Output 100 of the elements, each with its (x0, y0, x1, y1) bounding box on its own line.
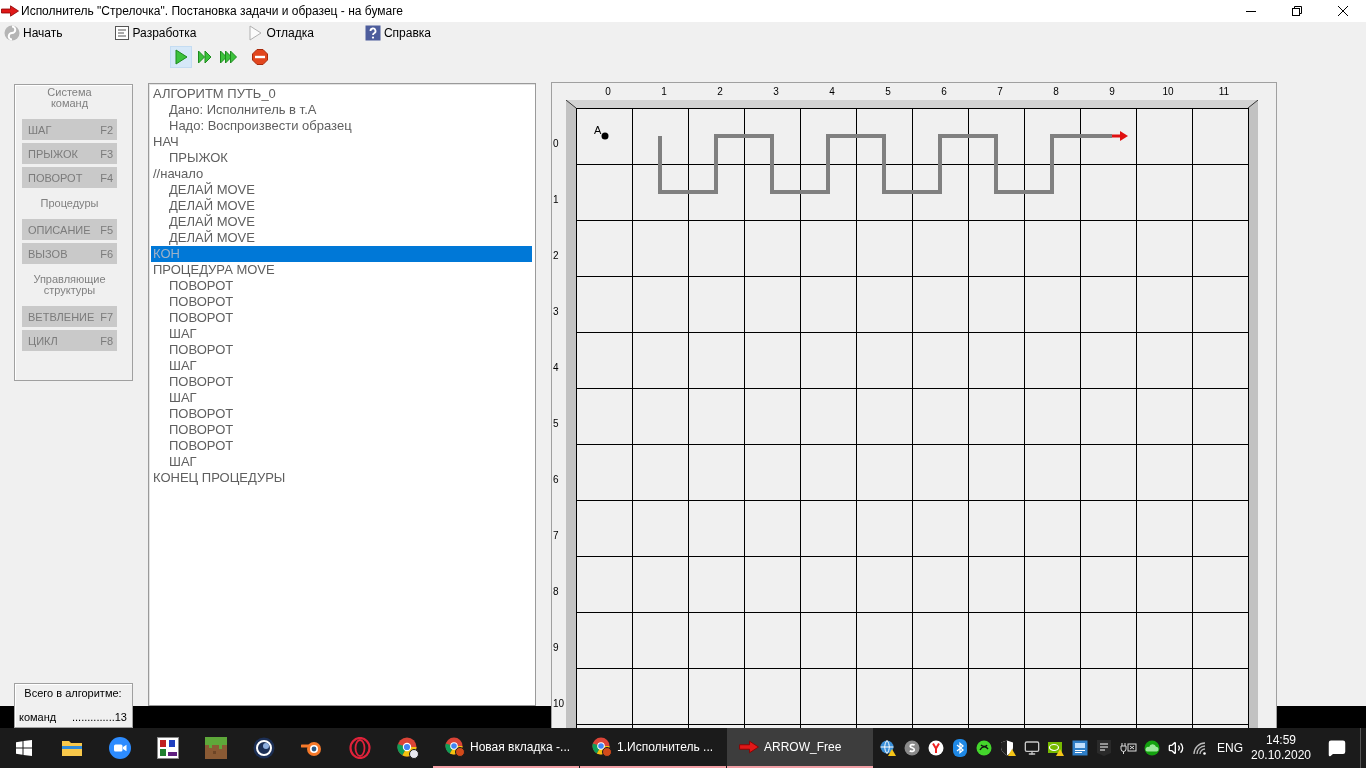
row-number: 3 (553, 306, 560, 318)
column-number: 6 (940, 86, 948, 97)
count-label: команд (19, 711, 57, 723)
clock-button[interactable]: 14:59 20.10.2020 (1248, 728, 1314, 768)
column-number: 11 (1217, 86, 1231, 97)
row-number: 0 (553, 138, 560, 150)
cloud-icon[interactable] (1143, 740, 1161, 756)
dark-tile-icon[interactable] (1097, 740, 1111, 756)
row-number: 2 (553, 250, 560, 262)
code-line[interactable]: ПОВОРОТ (167, 310, 236, 326)
column-number: 10 (1161, 86, 1175, 97)
column-number: 4 (828, 86, 836, 97)
close-icon[interactable] (1338, 6, 1348, 16)
point-label: A (594, 124, 602, 136)
ring-icon[interactable] (349, 737, 371, 759)
column-number: 0 (604, 86, 612, 97)
column-number: 1 (660, 86, 668, 97)
menu-item[interactable]: Отладка (245, 23, 316, 43)
play-outline-icon (247, 25, 264, 41)
code-line[interactable]: ПОВОРОТ (167, 294, 236, 310)
menu-item[interactable]: Начать (2, 23, 65, 43)
globe-warning-icon[interactable] (880, 740, 896, 756)
code-line[interactable]: НАЧ (151, 134, 181, 150)
count-value: ..............13 (71, 711, 127, 723)
play-icon (173, 49, 189, 65)
column-number: 9 (1108, 86, 1116, 97)
shield-warning-icon[interactable] (1000, 740, 1016, 756)
column-number: 3 (772, 86, 780, 97)
column-number: 2 (716, 86, 724, 97)
monitor-icon[interactable] (1024, 740, 1040, 756)
code-line[interactable]: ДЕЛАЙ MOVE (167, 182, 257, 198)
code-line[interactable]: ПОВОРОТ (167, 438, 236, 454)
row-number: 8 (553, 586, 560, 598)
s-curve-disc-icon[interactable] (904, 740, 920, 756)
arrow-icon (739, 740, 759, 754)
code-line[interactable]: ШАГ (167, 358, 199, 374)
code-line[interactable]: ДЕЛАЙ MOVE (167, 198, 257, 214)
code-line[interactable]: //начало (151, 166, 206, 182)
code-line[interactable]: ШАГ (167, 454, 199, 470)
code-line[interactable]: Надо: Воспроизвести образец (167, 118, 354, 134)
restore-icon[interactable] (1292, 6, 1302, 16)
code-line[interactable]: КОНЕЦ ПРОЦЕДУРЫ (151, 470, 288, 486)
fork-disc-icon[interactable] (928, 740, 944, 756)
code-line[interactable]: Дано: Исполнитель в т.А (167, 102, 319, 118)
group-title: Процедуры (39, 198, 100, 209)
row-number: 4 (553, 362, 560, 374)
notification-icon[interactable] (1328, 739, 1346, 757)
double-play-icon (197, 49, 213, 65)
column-number: 7 (996, 86, 1004, 97)
eye-warning-icon[interactable] (1048, 740, 1064, 756)
code-line[interactable]: ПОВОРОТ (167, 422, 236, 438)
code-line[interactable]: ДЕЛАЙ MOVE (167, 214, 257, 230)
row-number: 1 (553, 194, 560, 206)
video-camera-icon[interactable] (109, 737, 131, 759)
volume-icon[interactable] (1168, 740, 1184, 756)
help-icon (364, 25, 381, 41)
code-line[interactable]: ПОВОРОТ (167, 406, 236, 422)
tiles-icon[interactable] (157, 737, 179, 759)
summary-title: Всего в алгоритме: (24, 687, 122, 699)
menu-item[interactable]: Разработка (111, 23, 199, 43)
document-icon (113, 25, 130, 41)
bluetooth-icon[interactable] (953, 739, 967, 757)
code-line[interactable]: ПРЫЖОК (167, 150, 230, 166)
code-line[interactable]: ПОВОРОТ (167, 342, 236, 358)
power-plug-icon[interactable] (1119, 741, 1137, 755)
tricolor-circle-icon[interactable] (397, 737, 419, 759)
triple-play-icon (220, 49, 238, 65)
code-line[interactable]: ПОВОРОТ (167, 278, 236, 294)
folder-icon[interactable] (61, 739, 83, 757)
code-line[interactable]: ПРОЦЕДУРА MOVE (151, 262, 277, 278)
language-button[interactable]: ENG (1212, 728, 1248, 768)
taskbar-task[interactable]: ARROW_Free (727, 728, 873, 768)
code-line[interactable]: ДЕЛАЙ MOVE (167, 230, 257, 246)
taskbar-task[interactable]: Новая вкладка -... (433, 728, 579, 768)
window-icon[interactable] (1072, 740, 1088, 756)
taskbar-task[interactable]: 1.Исполнитель ... (580, 728, 726, 768)
stop-sign-icon (252, 49, 268, 65)
sphere-icon[interactable] (253, 737, 275, 759)
code-line[interactable]: АЛГОРИТМ ПУТЬ_0 (151, 86, 278, 102)
code-line[interactable]: ШАГ (167, 326, 199, 342)
swirl-icon (4, 25, 20, 41)
start-menu-icon[interactable] (16, 740, 32, 756)
window-title: Исполнитель "Стрелочка". Постановка задачи и образец - на бумаге (21, 4, 403, 18)
toolbar-button[interactable] (170, 46, 192, 68)
row-number: 10 (553, 698, 566, 710)
column-number: 5 (884, 86, 892, 97)
row-number: 9 (553, 642, 560, 654)
toolbar-button[interactable] (249, 46, 271, 68)
code-line[interactable]: ПОВОРОТ (167, 374, 236, 390)
snake-emblem-icon[interactable] (976, 740, 992, 756)
code-line[interactable]: ШАГ (167, 390, 199, 406)
row-number: 6 (553, 474, 560, 486)
arrow-icon (1, 5, 19, 17)
column-number: 8 (1052, 86, 1060, 97)
wifi-icon[interactable] (1192, 741, 1208, 755)
menu-item[interactable]: Справка (362, 23, 433, 43)
tricolor-circle-icon (592, 737, 612, 757)
row-number: 5 (553, 418, 560, 430)
tricolor-circle-icon (445, 737, 465, 757)
group-title: Система команд (46, 87, 93, 109)
